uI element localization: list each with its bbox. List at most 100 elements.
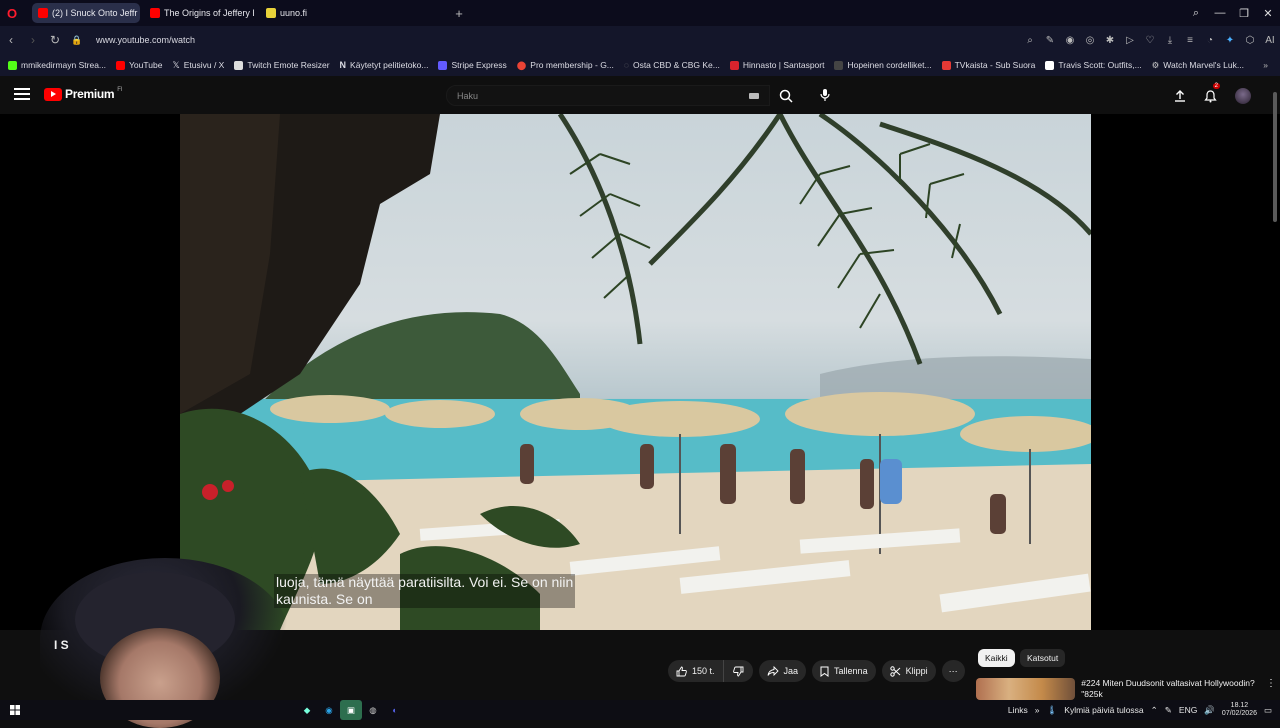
- system-tray: Links » 🌡 Kylmiä päiviä tulossa ⌃ ✎ ENG …: [1008, 700, 1280, 720]
- tab-title: The Origins of Jeffery Eps: [164, 8, 254, 18]
- lock-icon[interactable]: 🔒: [66, 35, 88, 46]
- new-tab-button[interactable]: +: [450, 4, 468, 22]
- tray-overflow-icon[interactable]: »: [1035, 705, 1040, 715]
- bookmark-item[interactable]: TVkaista - Sub Suora: [941, 60, 1035, 70]
- bookmark-item[interactable]: ◌ Osta CBD & CBG Ke...: [624, 60, 720, 70]
- search-input[interactable]: [447, 86, 769, 106]
- recommended-video[interactable]: #224 Miten Duudsonit valtasivat Hollywoo…: [976, 678, 1276, 700]
- bookmark-item[interactable]: Stripe Express: [438, 60, 507, 70]
- upload-button[interactable]: [1170, 86, 1190, 106]
- voice-search-button[interactable]: [814, 84, 836, 106]
- back-icon[interactable]: ‹: [0, 33, 22, 47]
- clock[interactable]: 18.12 07/02/2026: [1222, 702, 1257, 718]
- puzzle-icon[interactable]: ⬡: [1240, 35, 1260, 46]
- recommended-thumbnail[interactable]: [976, 678, 1076, 700]
- clip-button[interactable]: Klippi: [881, 660, 936, 682]
- vpn-icon[interactable]: ◎: [1080, 35, 1100, 46]
- lens-icon[interactable]: ⌕: [1020, 35, 1040, 46]
- bookmark-label: Osta CBD & CBG Ke...: [632, 60, 720, 70]
- browser-tab-bar: O (2) I Snuck Onto Jeffr The Origins of …: [0, 0, 1280, 26]
- bookmark-item[interactable]: 𝕏 Etusivu / X: [172, 60, 224, 71]
- url-field[interactable]: www.youtube.com/watch: [96, 35, 195, 45]
- like-button[interactable]: 150 t.: [676, 660, 724, 682]
- bookmark-item[interactable]: N Käytetyt pelitietoko...: [340, 60, 429, 70]
- youtube-premium-logo[interactable]: Premium FI: [44, 87, 123, 101]
- bookmark-item[interactable]: Travis Scott: Outfits,...: [1045, 60, 1142, 70]
- thumbs-up-icon: [676, 666, 687, 676]
- more-actions-button[interactable]: ⋯: [941, 660, 965, 682]
- store-icon: [834, 60, 844, 70]
- chip-watched[interactable]: Katsotut: [1020, 649, 1066, 667]
- w-icon: [1045, 60, 1055, 70]
- notification-center-icon[interactable]: ▭: [1264, 705, 1272, 716]
- globe-icon: ◌: [623, 60, 629, 70]
- pen-icon[interactable]: ✎: [1165, 705, 1172, 716]
- minimize-icon[interactable]: —: [1208, 7, 1232, 19]
- share-label: Jaa: [783, 666, 799, 676]
- bookmark-label: Stripe Express: [451, 60, 507, 70]
- play-icon[interactable]: ▷: [1120, 35, 1140, 46]
- recommended-title[interactable]: #224 Miten Duudsonit valtasivat Hollywoo…: [1081, 678, 1260, 700]
- app-icon-gray[interactable]: ◍: [362, 700, 384, 720]
- extension-icon[interactable]: ✱: [1100, 35, 1120, 46]
- weather-text[interactable]: Kylmiä päiviä tulossa: [1064, 705, 1143, 715]
- bookmark-item[interactable]: YouTube: [116, 60, 162, 70]
- bookmark-item[interactable]: ⬤ Pro membership - G...: [517, 60, 614, 71]
- youtube-icon: [116, 60, 126, 70]
- dislike-button[interactable]: [724, 666, 753, 677]
- edge-icon[interactable]: ◉: [318, 700, 340, 720]
- bookmark-item[interactable]: ⚙ Watch Marvel's Luk...: [1152, 60, 1244, 71]
- share-button[interactable]: Jaa: [758, 660, 807, 682]
- extension-blue-icon[interactable]: ✦: [1220, 35, 1240, 46]
- tab-origins[interactable]: The Origins of Jeffery Eps: [144, 3, 254, 23]
- scrollbar-thumb[interactable]: [1273, 92, 1277, 222]
- language-indicator[interactable]: ENG: [1179, 705, 1197, 715]
- tab-active-video[interactable]: (2) I Snuck Onto Jeffr: [32, 3, 140, 23]
- search-button[interactable]: [773, 85, 799, 106]
- links-toolbar[interactable]: Links: [1008, 705, 1028, 715]
- video-captions: luoja, tämä näyttää paratiisilta. Voi ei…: [274, 574, 576, 608]
- account-button[interactable]: [1233, 86, 1253, 106]
- menu-lines-icon[interactable]: ≡: [1180, 35, 1200, 46]
- camera-icon[interactable]: ◉: [1060, 35, 1080, 46]
- tab-title: uuno.fi: [280, 8, 308, 18]
- page-icon: [234, 60, 244, 70]
- youtube-favicon-icon: [150, 8, 160, 18]
- bookmark-item[interactable]: Hinnasto | Santasport: [729, 60, 825, 70]
- video-player[interactable]: luoja, tämä näyttää paratiisilta. Voi ei…: [0, 114, 1280, 630]
- bookmark-item[interactable]: mmikedirmayn Strea...: [8, 60, 106, 70]
- download-icon[interactable]: ⤓: [1160, 35, 1180, 46]
- volume-icon[interactable]: 🔊: [1204, 705, 1215, 716]
- keyboard-icon[interactable]: [749, 93, 759, 99]
- tab-uuno[interactable]: uuno.fi: [260, 3, 340, 23]
- chip-label: Katsotut: [1027, 653, 1059, 663]
- gear-icon: ⚙: [1151, 59, 1160, 70]
- discord-icon[interactable]: ◐: [384, 700, 406, 720]
- bookmark-item[interactable]: Twitch Emote Resizer: [234, 60, 330, 70]
- logo-region: FI: [117, 87, 123, 93]
- bookmarks-overflow-icon[interactable]: »: [1263, 60, 1268, 70]
- forward-icon[interactable]: ›: [22, 33, 44, 47]
- search-tabs-icon[interactable]: ⌕: [1184, 7, 1208, 20]
- recommended-menu-icon[interactable]: ⋮: [1266, 678, 1276, 700]
- windows-start-icon[interactable]: [4, 700, 26, 720]
- bookmark-label: Travis Scott: Outfits,...: [1058, 60, 1142, 70]
- reload-icon[interactable]: ↻: [44, 33, 66, 47]
- page-scrollbar[interactable]: [1272, 80, 1278, 680]
- opera-logo-icon[interactable]: O: [0, 0, 24, 26]
- bookmark-label: Hinnasto | Santasport: [742, 60, 825, 70]
- notifications-button[interactable]: 2: [1200, 83, 1220, 106]
- profile-icon[interactable]: ◔: [1200, 35, 1220, 46]
- close-icon[interactable]: ✕: [1256, 7, 1280, 20]
- restore-icon[interactable]: ❐: [1232, 7, 1256, 20]
- bookmark-item[interactable]: Hopeinen cordelliket...: [834, 60, 932, 70]
- edit-icon[interactable]: ✎: [1040, 35, 1060, 46]
- chevron-up-icon[interactable]: ⌃: [1151, 705, 1158, 716]
- chip-all[interactable]: Kaikki: [978, 649, 1015, 667]
- ai-icon[interactable]: AI: [1260, 35, 1280, 46]
- hamburger-menu-icon[interactable]: [14, 88, 30, 103]
- heart-icon[interactable]: ♡: [1140, 35, 1160, 46]
- save-button[interactable]: Tallenna: [812, 660, 876, 682]
- app-icon-active[interactable]: ▣: [340, 700, 362, 720]
- app-icon-green[interactable]: ◆: [296, 700, 318, 720]
